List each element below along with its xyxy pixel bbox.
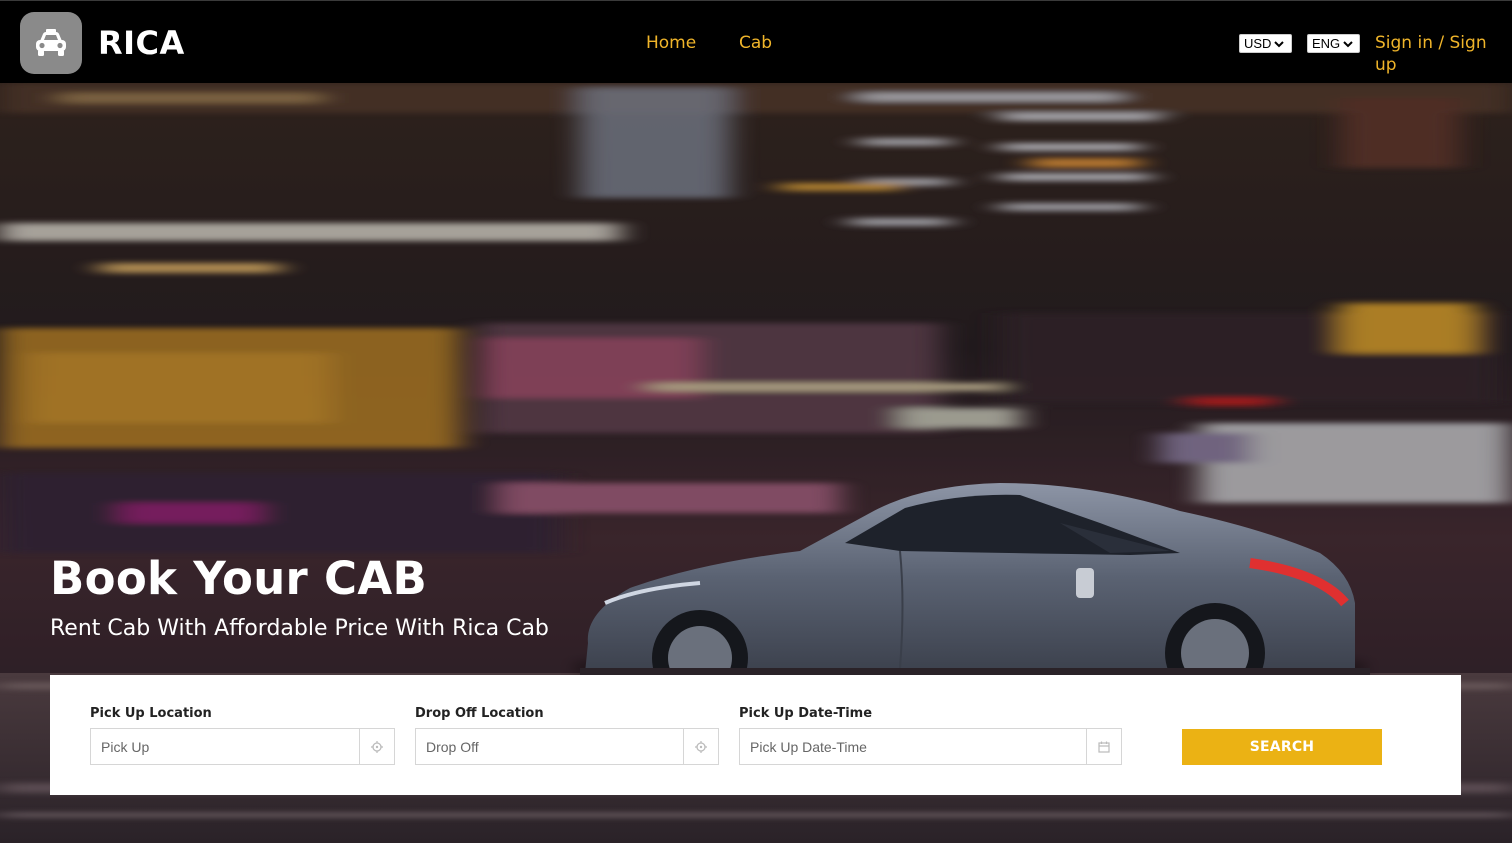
calendar-icon[interactable]: [1086, 729, 1121, 764]
crosshair-icon[interactable]: [359, 729, 394, 764]
hero-subtitle: Rent Cab With Affordable Price With Rica…: [50, 616, 549, 641]
nav-cab-link[interactable]: Cab: [739, 32, 772, 54]
hero-title: Book Your CAB: [50, 552, 428, 605]
search-button[interactable]: SEARCH: [1182, 729, 1382, 765]
taxi-icon: [36, 29, 66, 56]
pickup-location-label: Pick Up Location: [90, 706, 212, 721]
cab-search-form: Pick Up Location Drop Off Location Pick …: [50, 675, 1461, 795]
chevron-down-icon: [1343, 40, 1353, 48]
dropoff-location-field: [415, 728, 719, 765]
pickup-location-field: [90, 728, 395, 765]
logo-badge[interactable]: [20, 12, 82, 74]
currency-select-value: USD: [1244, 36, 1272, 51]
sign-in-sign-up-link[interactable]: Sign in / Sign up: [1375, 32, 1512, 76]
brand-name[interactable]: RICA: [98, 23, 185, 63]
nav-home-link[interactable]: Home: [646, 32, 696, 54]
language-select[interactable]: ENG: [1307, 34, 1360, 53]
dropoff-location-label: Drop Off Location: [415, 706, 544, 721]
pickup-datetime-input[interactable]: [740, 729, 1086, 764]
dropoff-location-input[interactable]: [416, 729, 683, 764]
top-navbar: RICA Home Cab USD ENG Sign in / Sign up: [0, 0, 1512, 83]
crosshair-icon[interactable]: [683, 729, 718, 764]
pickup-datetime-field: [739, 728, 1122, 765]
pickup-datetime-label: Pick Up Date-Time: [739, 706, 873, 721]
currency-select[interactable]: USD: [1239, 34, 1292, 53]
language-select-value: ENG: [1312, 36, 1341, 51]
pickup-location-input[interactable]: [91, 729, 359, 764]
chevron-down-icon: [1274, 40, 1285, 48]
